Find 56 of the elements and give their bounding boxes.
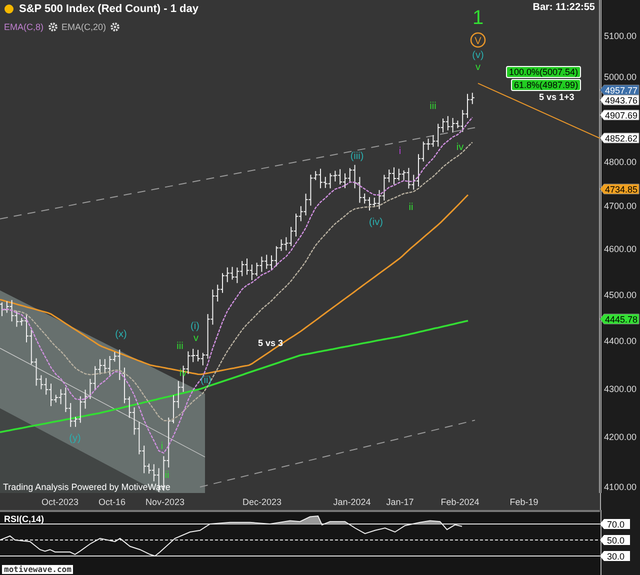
price-tag: 4907.69: [600, 110, 640, 120]
rsi-tick-tag: 50.0: [600, 535, 630, 546]
price-tag: 4957.77: [600, 84, 640, 96]
bar-time: Bar: 11:22:55: [532, 2, 595, 13]
price-tick-label: 4800.00: [604, 157, 637, 167]
price-tick-label: 4500.00: [604, 290, 637, 300]
date-label: Oct-16: [98, 497, 126, 507]
price-tick-label: 4100.00: [604, 482, 637, 492]
date-label: Oct-2023: [41, 497, 79, 507]
date-label: Feb-19: [510, 497, 538, 507]
wave-label: i: [160, 441, 164, 452]
price-tick-label: 4400.00: [604, 336, 637, 346]
date-label: Jan-2024: [333, 497, 371, 507]
wave-label: V: [470, 32, 486, 48]
wave-label: (v): [472, 50, 484, 61]
wave-label: iv: [456, 142, 464, 153]
website-link[interactable]: motivewave.com: [2, 565, 74, 574]
wave-label: (y): [69, 433, 81, 444]
wave-label: (i): [190, 321, 200, 332]
rsi-title: RSI(C,14): [4, 514, 44, 524]
date-label: Feb-2024: [440, 497, 480, 507]
status-dot-icon: [4, 4, 14, 14]
price-tick-label: 4600.00: [604, 244, 637, 254]
wave-label: (x): [115, 329, 127, 340]
price-tag: 4852.62: [600, 132, 640, 144]
price-tick-label: 4300.00: [604, 384, 637, 394]
fib-level-label: 61.8%(4987.99): [511, 79, 582, 91]
wave-label: i: [398, 146, 402, 157]
rsi-tick-tag: 30.0: [600, 551, 630, 562]
price-tick-label: 4200.00: [604, 432, 637, 442]
wave-label: (iv): [369, 217, 383, 228]
wave-label: ii: [408, 202, 414, 213]
wave-label: iii: [176, 341, 184, 352]
price-tick-label: 5000.00: [604, 72, 637, 82]
indicator-label[interactable]: EMA(C,20): [62, 22, 106, 32]
annotation-text: 5 vs 1+3: [539, 92, 574, 102]
price-tag: 4445.78: [600, 314, 640, 324]
fib-level-label: 100.0%(5007.54): [506, 66, 582, 78]
price-tick-label: 4700.00: [604, 201, 637, 211]
date-label: Nov-2023: [145, 497, 185, 507]
price-tag: 4734.85: [600, 184, 640, 194]
wave-label: v: [476, 62, 480, 73]
chart-title: S&P 500 Index (Red Count) - 1 day: [19, 3, 199, 15]
wave-label: ii: [164, 470, 170, 481]
wave-label: v: [194, 333, 198, 344]
settings-icon[interactable]: [48, 22, 58, 32]
rsi-tick-tag: 70.0: [600, 519, 630, 530]
date-label: Jan-17: [386, 497, 414, 507]
price-tag: 4943.76: [600, 94, 640, 106]
price-tick-label: 5100.00: [604, 31, 637, 41]
wave-label: (iii): [350, 151, 364, 162]
settings-icon[interactable]: [110, 22, 120, 32]
indicator-label[interactable]: EMA(C,8): [4, 22, 44, 32]
date-label: Dec-2023: [242, 497, 282, 507]
wave-label: 1: [472, 7, 484, 29]
wave-label: iii: [430, 101, 436, 112]
